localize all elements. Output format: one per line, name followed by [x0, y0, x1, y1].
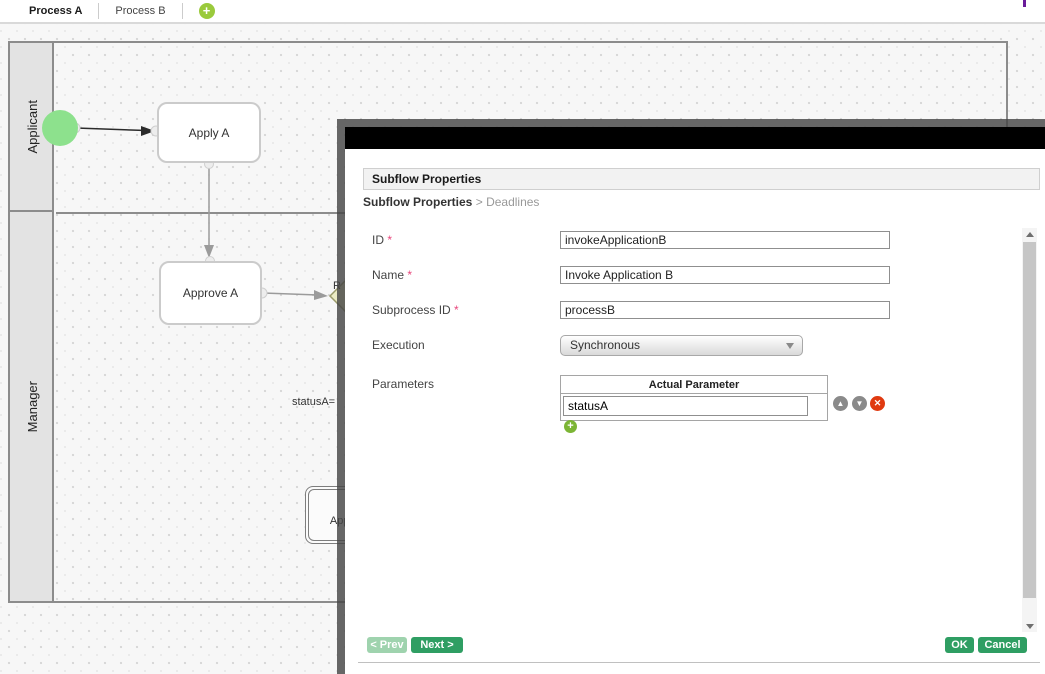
task-approve-a[interactable]: Approve A — [159, 261, 262, 325]
scrollbar-up-arrow[interactable] — [1022, 228, 1037, 240]
execution-dropdown[interactable]: Synchronous — [560, 335, 803, 356]
name-field[interactable] — [560, 266, 890, 284]
breadcrumb-separator: > — [476, 195, 483, 209]
dialog-bottom-border — [358, 662, 1040, 663]
execution-label: Execution — [372, 338, 425, 352]
task-approve-a-label: Approve A — [183, 286, 238, 300]
tab-process-a[interactable]: Process A — [13, 5, 98, 17]
tab-process-b[interactable]: Process B — [99, 5, 181, 17]
subprocess-id-field[interactable] — [560, 301, 890, 319]
lane-manager-label: Manager — [25, 381, 40, 432]
add-parameter-icon[interactable]: + — [564, 420, 577, 433]
required-asterisk: * — [407, 268, 412, 282]
subprocess-id-label-text: Subprocess ID — [372, 303, 451, 317]
dialog-header: Subflow Properties — [363, 168, 1040, 190]
lane-applicant-label: Applicant — [25, 100, 40, 153]
execution-dropdown-value: Synchronous — [570, 338, 640, 352]
dialog-body: Subflow Properties Subflow Properties > … — [345, 149, 1045, 674]
add-process-icon[interactable]: + — [199, 3, 215, 19]
ok-button[interactable]: OK — [945, 637, 974, 653]
id-label: ID * — [372, 233, 392, 247]
task-apply-a[interactable]: Apply A — [157, 102, 261, 163]
next-button[interactable]: Next > — [411, 637, 463, 653]
process-tab-bar: Process A Process B + — [0, 0, 1045, 24]
parameters-label: Parameters — [372, 377, 434, 391]
id-field[interactable] — [560, 231, 890, 249]
required-asterisk: * — [387, 233, 392, 247]
cancel-button[interactable]: Cancel — [978, 637, 1027, 653]
move-down-icon[interactable]: ▼ — [852, 396, 867, 411]
browser-artifact-mark — [1023, 0, 1026, 7]
breadcrumb: Subflow Properties > Deadlines — [363, 195, 539, 209]
prev-button[interactable]: < Prev — [367, 637, 407, 653]
parameter-row — [561, 394, 827, 420]
breadcrumb-current: Subflow Properties — [363, 195, 472, 209]
name-label: Name * — [372, 268, 412, 282]
lane-manager[interactable]: Manager — [10, 212, 54, 601]
task-apply-a-label: Apply A — [189, 126, 230, 140]
parameters-table: Actual Parameter — [560, 375, 828, 421]
start-event-circle[interactable] — [42, 110, 78, 146]
subprocess-id-label: Subprocess ID * — [372, 303, 459, 317]
dialog-title-bar[interactable] — [345, 127, 1045, 149]
id-label-text: ID — [372, 233, 384, 247]
required-asterisk: * — [454, 303, 459, 317]
scrollbar-thumb[interactable] — [1023, 242, 1036, 598]
delete-parameter-icon[interactable]: ✕ — [870, 396, 885, 411]
scrollbar-down-arrow[interactable] — [1022, 620, 1037, 632]
chevron-down-icon — [786, 343, 794, 349]
name-label-text: Name — [372, 268, 404, 282]
parameters-table-header: Actual Parameter — [561, 376, 827, 394]
move-up-icon[interactable]: ▲ — [833, 396, 848, 411]
tab-separator — [182, 3, 183, 19]
breadcrumb-next-page[interactable]: Deadlines — [486, 195, 539, 209]
dialog-scrollbar[interactable] — [1022, 228, 1037, 632]
subflow-properties-dialog: Subflow Properties Subflow Properties > … — [345, 127, 1045, 674]
parameter-input[interactable] — [563, 396, 808, 416]
